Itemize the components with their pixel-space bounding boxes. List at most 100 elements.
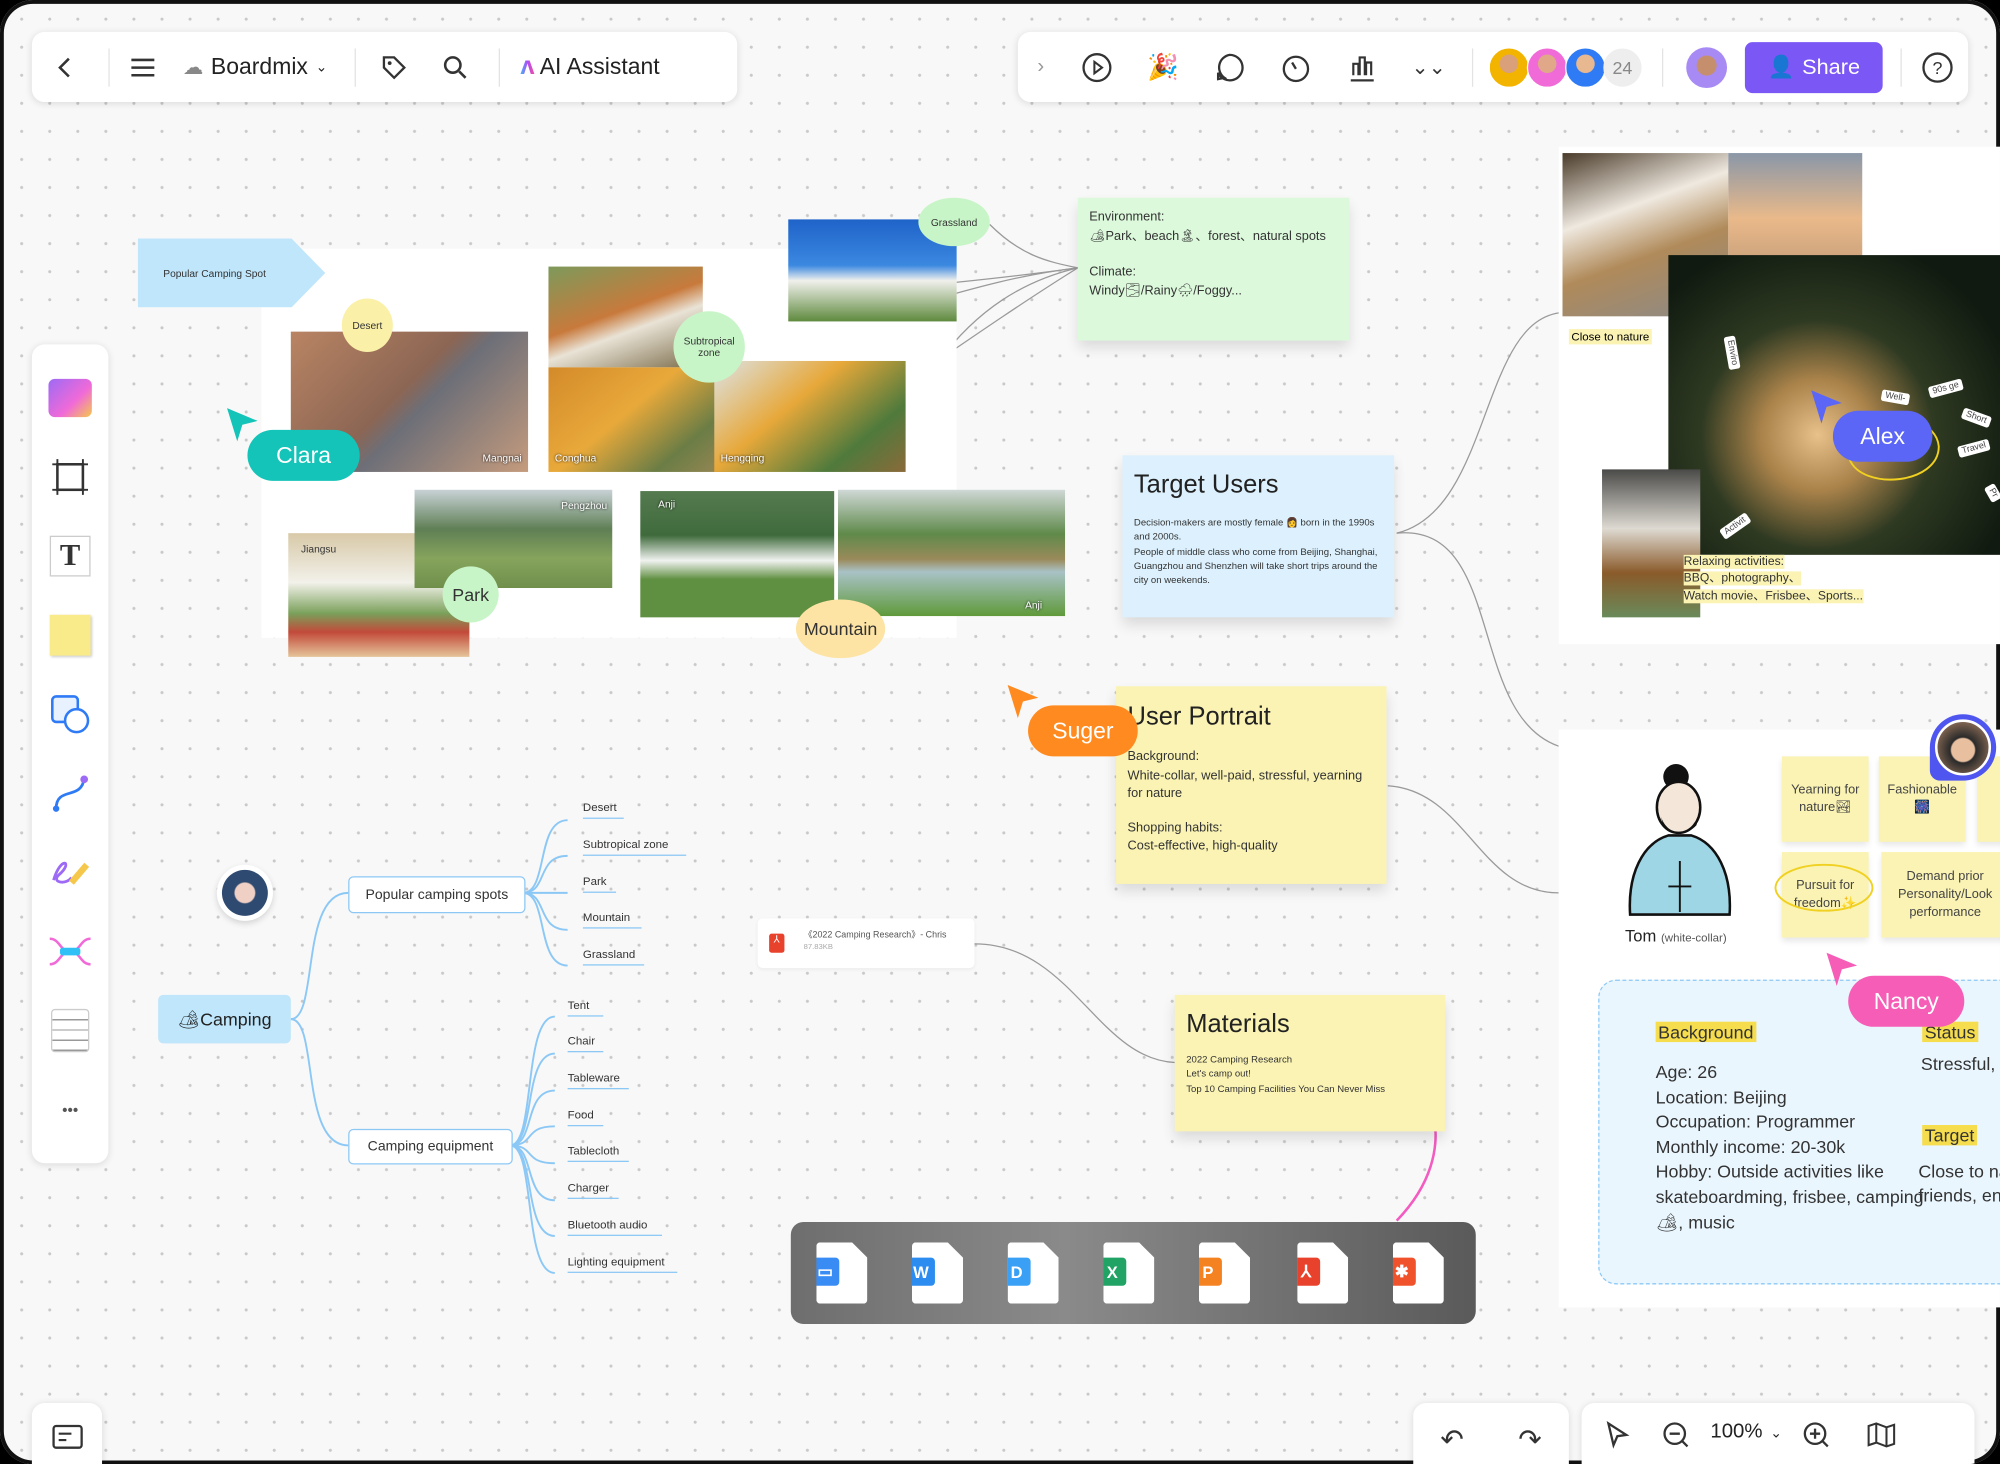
file-glyph: P <box>1198 1257 1222 1286</box>
sticky-note-icon[interactable] <box>45 610 96 661</box>
list-icon[interactable] <box>45 1005 96 1056</box>
mindmap-avatar[interactable] <box>216 864 273 921</box>
close-to-nature-label[interactable]: Close to nature <box>1568 329 1652 345</box>
mindmap-leaf[interactable]: Grassland <box>582 948 645 966</box>
mindmap-leaf[interactable]: Park <box>582 875 617 893</box>
bubble-desert[interactable]: Desert <box>341 298 393 353</box>
mindmap-leaf[interactable]: Tableware <box>567 1071 629 1090</box>
mindmap-leaf[interactable]: Tablecloth <box>567 1144 629 1162</box>
collaborator-avatar-marker[interactable] <box>1929 714 1997 781</box>
help-icon[interactable]: ? <box>1912 50 1963 83</box>
photo-anji-1[interactable]: Anji <box>640 491 835 618</box>
environment-note[interactable]: Environment: 🏕Park、beach🏝、forest、natural… <box>1077 197 1350 341</box>
more-chevrons-icon[interactable]: ⌄⌄ <box>1395 54 1461 80</box>
file-size: 87.83KB <box>803 943 833 952</box>
persona-sticky[interactable]: Demand prior Personality/Look performanc… <box>1881 852 2000 938</box>
shape-icon[interactable] <box>45 689 96 740</box>
share-button[interactable]: 👤 Share <box>1744 41 1883 93</box>
yellow-circle-scribble <box>1774 863 1874 912</box>
file-dock: ▭ W D X P ⅄ ✱ <box>790 1221 1476 1324</box>
collaborator-count[interactable]: 24 <box>1603 47 1642 87</box>
persona-sticky[interactable]: Yearning for nature🏞 <box>1781 756 1869 842</box>
mindmap-leaf[interactable]: Desert <box>582 801 624 819</box>
mindmap-file-icon[interactable]: D <box>1007 1242 1059 1304</box>
bubble-mountain[interactable]: Mountain <box>795 599 886 659</box>
ai-assistant-button[interactable]: ʌ AI Assistant <box>510 52 670 81</box>
zoom-in-icon[interactable] <box>1793 1421 1839 1449</box>
photo-hengqing[interactable]: Hengqing <box>714 360 906 472</box>
pdf-file-icon[interactable]: ⅄ <box>1297 1242 1349 1304</box>
mindmap-root[interactable]: 🏕Camping <box>158 994 291 1044</box>
bubble-subtropical[interactable]: Subtropical zone <box>673 311 745 383</box>
xmind-file-icon[interactable]: ✱ <box>1392 1242 1444 1304</box>
persona-name: Tom <box>1624 926 1657 946</box>
zoom-level-dropdown[interactable]: 100% ⌄ <box>1699 1421 1793 1444</box>
mindmap-leaf[interactable]: Tent <box>567 999 604 1017</box>
celebrate-icon[interactable]: 🎉 <box>1130 51 1196 83</box>
photo-pengzhou[interactable]: Pengzhou <box>414 489 613 589</box>
frame-icon[interactable] <box>45 452 96 503</box>
profile-hobby: Hobby: Outside activities like skateboar… <box>1655 1161 1924 1232</box>
materials-item: 2022 Camping Research <box>1186 1053 1293 1066</box>
bubble-grassland[interactable]: Grassland <box>918 197 990 247</box>
mindmap-leaf[interactable]: Food <box>567 1108 604 1127</box>
avatar[interactable] <box>1488 46 1530 88</box>
photo-anji-2[interactable]: Anji <box>838 489 1066 617</box>
undo-icon[interactable]: ↶ <box>1413 1423 1491 1456</box>
mindmap-branch[interactable]: Popular camping spots <box>348 876 526 914</box>
bg-text: White-collar, well-paid, stressful, year… <box>1127 768 1363 802</box>
excel-file-icon[interactable]: X <box>1103 1242 1155 1304</box>
redo-icon[interactable]: ↷ <box>1491 1423 1569 1456</box>
materials-item: Top 10 Camping Facilities You Can Never … <box>1186 1082 1386 1094</box>
search-icon[interactable] <box>422 54 488 80</box>
powerpoint-file-icon[interactable]: P <box>1198 1242 1250 1304</box>
mindmap-leaf[interactable]: Lighting equipment <box>567 1255 678 1273</box>
comment-icon[interactable] <box>1196 52 1262 83</box>
mindmap-icon[interactable] <box>45 926 96 977</box>
note-text: Decision-makers are mostly female 👩 born… <box>1133 516 1375 543</box>
relaxing-activities-label[interactable]: Relaxing activities: BBQ、photography、 Wa… <box>1683 554 1863 605</box>
map-icon[interactable] <box>1839 1421 1923 1449</box>
popular-camping-spot-banner[interactable]: Popular Camping Spot <box>137 238 326 308</box>
mindmap-branch[interactable]: Camping equipment <box>348 1128 513 1165</box>
expand-chevron-icon[interactable]: › <box>1018 55 1064 78</box>
file-card[interactable]: ⅄ 《2022 Camping Research》- Chris 87.83KB <box>757 918 975 969</box>
avatar[interactable] <box>1526 46 1568 88</box>
materials-note[interactable]: Materials 2022 Camping Research Let's ca… <box>1174 994 1446 1132</box>
collaborator-avatars[interactable]: 24 <box>1488 46 1642 88</box>
connector-icon[interactable] <box>45 768 96 819</box>
board-name-dropdown[interactable]: ☁ Boardmix ⌄ <box>166 54 345 81</box>
status-text: Stressful, <box>1920 1053 1996 1074</box>
tag-icon[interactable] <box>366 54 422 80</box>
board-name: Boardmix <box>210 53 308 80</box>
file-glyph: ⅄ <box>1297 1257 1321 1286</box>
bubble-park[interactable]: Park <box>442 566 499 623</box>
menu-icon[interactable] <box>120 57 166 77</box>
mindmap-leaf[interactable]: Charger <box>567 1181 619 1199</box>
connector-grassland <box>989 224 1078 269</box>
play-icon[interactable] <box>1064 52 1130 83</box>
text-tool-icon[interactable]: T <box>45 531 96 582</box>
user-portrait-note[interactable]: User Portrait Background: White-collar, … <box>1116 686 1387 884</box>
minimap-toggle[interactable] <box>31 1403 103 1464</box>
mindmap-leaf[interactable]: Bluetooth audio <box>567 1218 662 1236</box>
target-heading: Target <box>1922 1124 1977 1146</box>
mindmap-leaf[interactable]: Mountain <box>582 911 642 929</box>
whiteboard-canvas[interactable]: ☁ Boardmix ⌄ ʌ AI Assistant › 🎉 ⌄⌄ 24 👤 S… <box>0 0 2000 1464</box>
more-tools-icon[interactable]: ••• <box>45 1084 96 1135</box>
pen-icon[interactable] <box>45 847 96 898</box>
word-file-icon[interactable]: W <box>911 1242 964 1304</box>
keynote-file-icon[interactable]: ▭ <box>816 1242 868 1304</box>
timer-icon[interactable] <box>1263 52 1329 83</box>
back-chevron-icon[interactable] <box>32 54 98 80</box>
chart-icon[interactable] <box>1329 52 1395 83</box>
user-avatar[interactable] <box>1686 46 1728 88</box>
select-cursor-icon[interactable] <box>1582 1420 1653 1449</box>
mindmap-leaf[interactable]: Subtropical zone <box>582 838 687 856</box>
mindmap-leaf[interactable]: Chair <box>567 1034 604 1053</box>
note-text: People of middle class who come from Bei… <box>1133 545 1378 586</box>
target-users-note[interactable]: Target Users Decision-makers are mostly … <box>1122 455 1395 618</box>
zoom-out-icon[interactable] <box>1653 1421 1699 1449</box>
templates-icon[interactable] <box>45 372 96 423</box>
avatar[interactable] <box>1565 46 1606 88</box>
